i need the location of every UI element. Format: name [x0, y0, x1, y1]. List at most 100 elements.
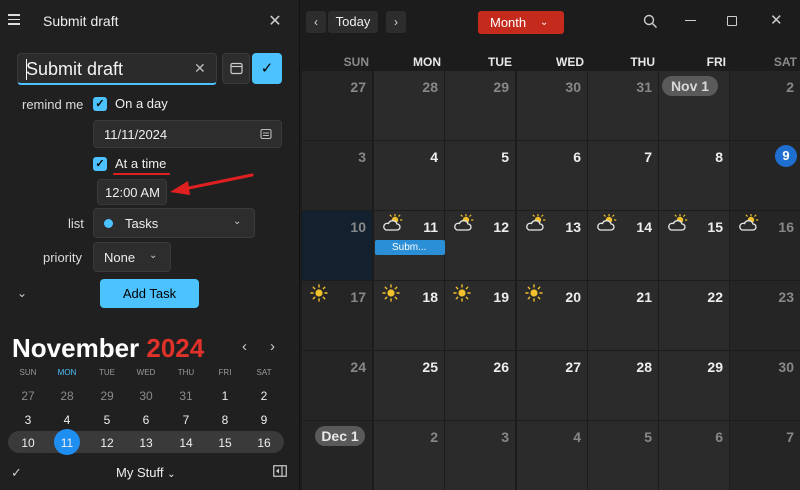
mini-day-cell[interactable]: 3: [15, 413, 41, 427]
sunny-weather-icon: [453, 284, 471, 307]
day-cell[interactable]: Dec 1: [302, 421, 372, 490]
day-cell[interactable]: 31: [588, 71, 658, 140]
next-month-icon[interactable]: ›: [270, 338, 275, 355]
day-cell[interactable]: 18: [374, 281, 444, 350]
view-mode-dropdown[interactable]: Month ⌄: [478, 11, 564, 34]
mini-day-cell[interactable]: 2: [251, 389, 277, 403]
clear-text-icon[interactable]: ✕: [194, 60, 206, 77]
day-cell[interactable]: 20: [517, 281, 587, 350]
day-cell[interactable]: 22: [659, 281, 729, 350]
mini-day-cell[interactable]: 11: [54, 436, 80, 450]
calendar-event[interactable]: Subm...: [375, 240, 445, 255]
day-cell[interactable]: 7: [730, 421, 800, 490]
day-cell[interactable]: 6: [517, 141, 587, 210]
expand-chevron-icon[interactable]: ⌄: [17, 286, 27, 300]
day-number: 29: [707, 359, 723, 375]
task-title-text[interactable]: Submit draft: [26, 59, 123, 80]
day-cell[interactable]: 3: [445, 421, 515, 490]
mini-day-cell[interactable]: 29: [94, 389, 120, 403]
collapse-panel-icon[interactable]: [273, 465, 287, 477]
time-value: 12:00 AM: [105, 185, 160, 200]
day-cell[interactable]: 3: [302, 141, 372, 210]
day-cell[interactable]: 6: [659, 421, 729, 490]
task-title-input[interactable]: Submit draft ✕: [17, 53, 217, 85]
list-switcher[interactable]: My Stuff ⌄: [116, 465, 175, 480]
at-a-time-checkbox[interactable]: ✓: [93, 157, 107, 171]
mini-day-cell[interactable]: 15: [212, 436, 238, 450]
day-cell[interactable]: Nov 1: [659, 71, 729, 140]
check-icon[interactable]: ✓: [11, 465, 22, 481]
mini-day-cell[interactable]: 4: [54, 413, 80, 427]
calendar-picker-button[interactable]: [222, 53, 250, 84]
mini-day-cell[interactable]: 16: [251, 436, 277, 450]
day-cell[interactable]: 30: [730, 351, 800, 420]
day-cell[interactable]: 8: [659, 141, 729, 210]
prev-month-button[interactable]: ‹: [306, 11, 326, 33]
close-icon[interactable]: ✕: [267, 11, 283, 31]
next-month-button[interactable]: ›: [386, 11, 406, 33]
day-cell[interactable]: 10: [302, 211, 372, 280]
day-cell[interactable]: 30: [517, 71, 587, 140]
minimize-icon[interactable]: [685, 20, 696, 21]
confirm-button[interactable]: ✓: [252, 53, 282, 84]
day-cell[interactable]: 21: [588, 281, 658, 350]
day-cell[interactable]: 7: [588, 141, 658, 210]
mini-day-cell[interactable]: 31: [173, 389, 199, 403]
day-cell[interactable]: 28: [588, 351, 658, 420]
prev-month-icon[interactable]: ‹: [242, 338, 247, 355]
mini-day-cell[interactable]: 1: [212, 389, 238, 403]
day-cell[interactable]: 17: [302, 281, 372, 350]
day-cell[interactable]: 5: [588, 421, 658, 490]
day-cell[interactable]: 16: [730, 211, 800, 280]
mini-day-cell[interactable]: 6: [133, 413, 159, 427]
day-cell[interactable]: 12: [445, 211, 515, 280]
add-task-button[interactable]: Add Task: [100, 279, 199, 308]
day-cell[interactable]: 28: [374, 71, 444, 140]
search-icon[interactable]: [643, 14, 658, 29]
mini-day-cell[interactable]: 27: [15, 389, 41, 403]
hamburger-menu-icon[interactable]: [8, 14, 20, 26]
day-number: 11: [423, 219, 438, 235]
day-cell[interactable]: 19: [445, 281, 515, 350]
on-a-day-checkbox[interactable]: ✓: [93, 97, 107, 111]
day-cell[interactable]: 27: [517, 351, 587, 420]
maximize-icon[interactable]: [727, 16, 737, 26]
mini-day-cell[interactable]: 12: [94, 436, 120, 450]
day-cell[interactable]: 2: [374, 421, 444, 490]
day-cell[interactable]: 2: [730, 71, 800, 140]
time-picker-field[interactable]: 12:00 AM: [97, 179, 167, 205]
mini-day-cell[interactable]: 13: [133, 436, 159, 450]
mini-day-cell[interactable]: 8: [212, 413, 238, 427]
day-cell[interactable]: 24: [302, 351, 372, 420]
day-cell[interactable]: 25: [374, 351, 444, 420]
close-window-icon[interactable]: ✕: [770, 11, 783, 29]
today-button[interactable]: Today: [328, 11, 378, 33]
day-cell[interactable]: 4: [517, 421, 587, 490]
mini-day-cell[interactable]: 10: [15, 436, 41, 450]
day-cell[interactable]: 13: [517, 211, 587, 280]
day-cell[interactable]: 4: [374, 141, 444, 210]
day-number: 27: [565, 359, 581, 375]
date-picker-field[interactable]: 11/11/2024: [93, 120, 282, 148]
day-cell[interactable]: 27: [302, 71, 372, 140]
mini-day-cell[interactable]: 7: [173, 413, 199, 427]
day-cell[interactable]: 9: [730, 141, 800, 210]
mini-day-cell[interactable]: 28: [54, 389, 80, 403]
day-cell[interactable]: 23: [730, 281, 800, 350]
day-cell[interactable]: 14: [588, 211, 658, 280]
list-dropdown[interactable]: Tasks ⌄: [93, 208, 255, 238]
day-cell[interactable]: 29: [445, 71, 515, 140]
mini-day-cell[interactable]: 14: [173, 436, 199, 450]
day-number: 12: [493, 219, 509, 235]
mini-day-cell[interactable]: 9: [251, 413, 277, 427]
day-cell[interactable]: 11 Subm...: [374, 211, 445, 280]
priority-dropdown[interactable]: None ⌄: [93, 242, 171, 272]
day-number: 2: [786, 79, 794, 95]
mini-day-cell[interactable]: 30: [133, 389, 159, 403]
mini-day-cell[interactable]: 5: [94, 413, 120, 427]
day-cell[interactable]: 26: [445, 351, 515, 420]
day-cell[interactable]: 15: [659, 211, 729, 280]
weekday-header-tue: TUE: [488, 55, 512, 69]
day-cell[interactable]: 5: [445, 141, 515, 210]
day-cell[interactable]: 29: [659, 351, 729, 420]
